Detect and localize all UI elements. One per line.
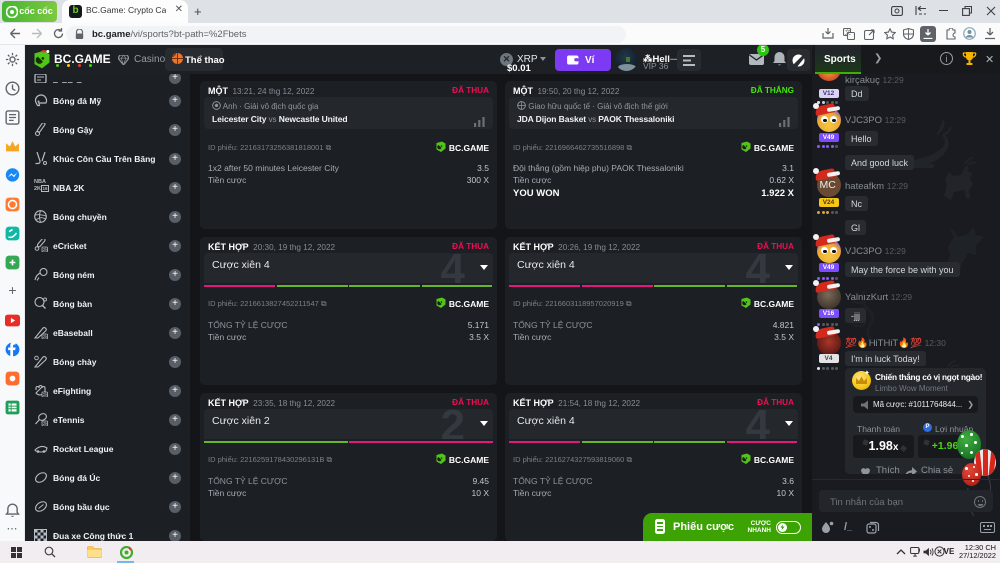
svg-text:2k: 2k [43, 334, 48, 339]
svg-text:2k: 2k [43, 247, 48, 252]
svg-text:2k: 2k [43, 421, 48, 426]
svg-text:2k: 2k [43, 392, 48, 397]
svg-text:文: 文 [845, 29, 851, 37]
